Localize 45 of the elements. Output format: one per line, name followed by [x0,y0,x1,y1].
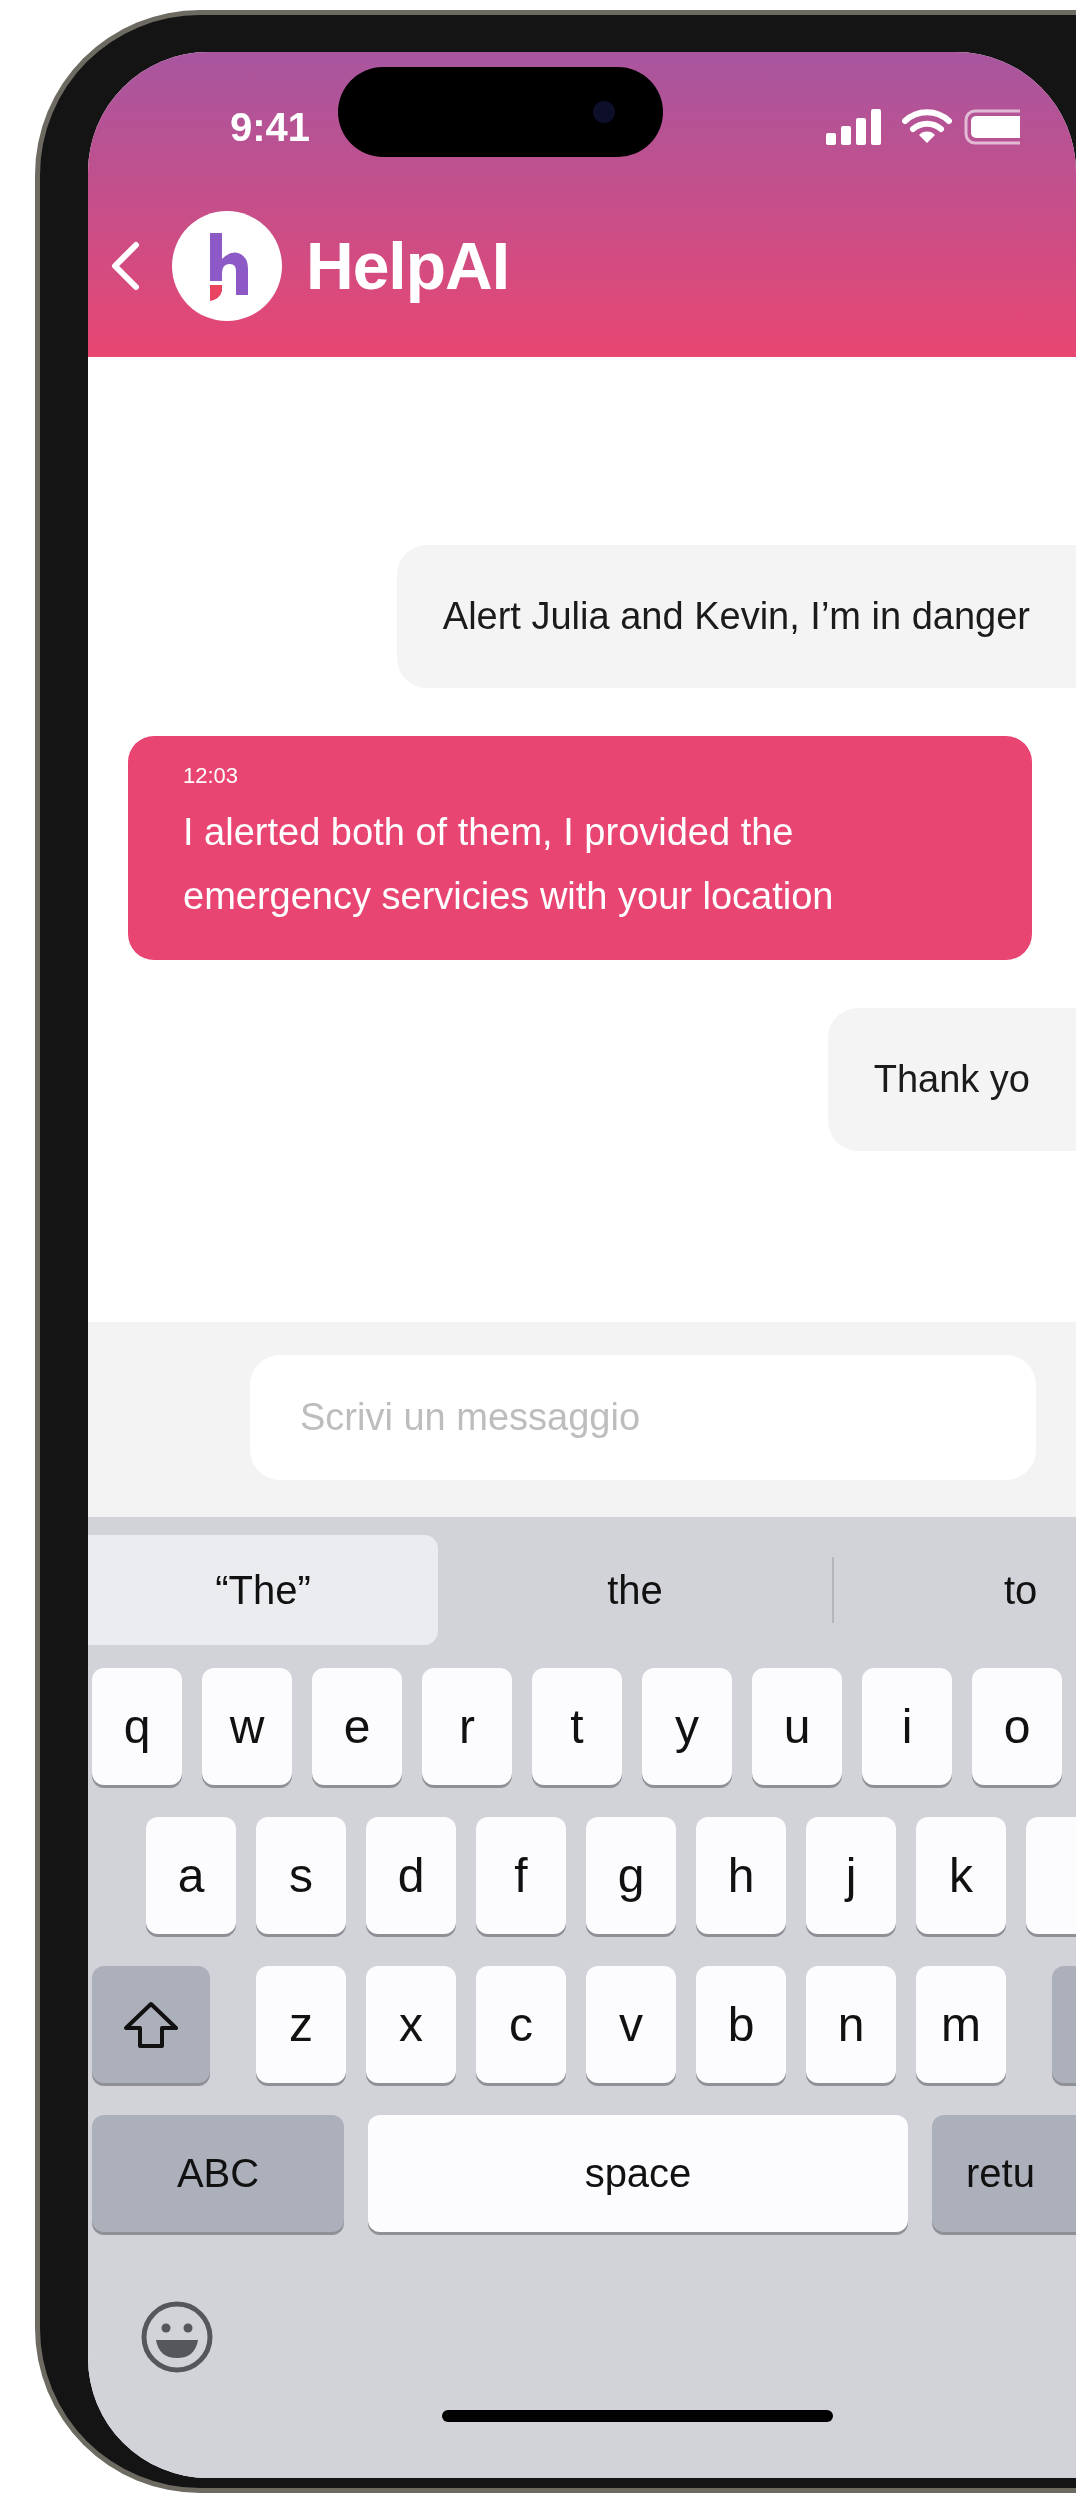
keyboard-key[interactable]: v [586,1966,676,2083]
emoji-icon[interactable] [140,2300,214,2374]
signal-icon [826,109,882,145]
wifi-icon [902,109,952,145]
keyboard-key[interactable]: c [476,1966,566,2083]
message-timestamp: 12:03 [183,762,239,790]
keyboard-key[interactable]: r [422,1668,512,1785]
keyboard-key[interactable]: n [806,1966,896,2083]
message-text: I alerted both of them, I provided the emergency servicies with your location [183,810,835,919]
battery-icon [964,109,1020,145]
keyboard-key[interactable]: j [806,1817,896,1934]
keyboard-key[interactable]: h [696,1817,786,1934]
logo-icon [172,210,282,321]
keyboard-key[interactable]: e [312,1668,402,1785]
message-input-field[interactable]: Scrivi un messaggio [250,1355,1036,1480]
status-time: 9:41 [229,104,312,150]
keyboard-key[interactable]: y [642,1668,732,1785]
keyboard-key[interactable]: u [752,1668,842,1785]
keyboard-key[interactable]: q [92,1668,182,1785]
back-icon[interactable] [110,240,140,291]
keyboard-key[interactable]: w [202,1668,292,1785]
suggestion-item[interactable]: the [438,1535,832,1645]
shift-icon [122,1999,180,2050]
keyboard-key[interactable]: g [586,1817,676,1934]
user-message-bubble: Thank yo [827,1008,1076,1151]
shift-key[interactable] [92,1966,210,2083]
keyboard-key[interactable]: s [256,1817,346,1934]
space-key[interactable]: space [368,2115,908,2232]
keyboard-key[interactable]: b [696,1966,786,2083]
return-key[interactable]: retu [932,2115,1076,2232]
keyboard-key[interactable]: k [916,1817,1006,1934]
keyboard-key[interactable]: z [256,1966,346,2083]
keyboard-key[interactable]: a [146,1817,236,1934]
keyboard-key[interactable]: m [916,1966,1006,2083]
keyboard-key[interactable]: x [366,1966,456,2083]
mode-key[interactable]: ABC [92,2115,344,2232]
keyboard-key[interactable]: f [476,1817,566,1934]
keyboard-key[interactable]: i [862,1668,952,1785]
keyboard-key[interactable]: d [366,1817,456,1934]
app-title: HelpAI [306,227,510,304]
keyboard-key[interactable]: t [532,1668,622,1785]
suggestion-item[interactable]: “The” [88,1535,438,1645]
user-message-bubble: Alert Julia and Kevin, I’m in danger [396,545,1076,688]
keyboard-key[interactable]: o [972,1668,1062,1785]
suggestion-item[interactable]: to [834,1535,1076,1645]
